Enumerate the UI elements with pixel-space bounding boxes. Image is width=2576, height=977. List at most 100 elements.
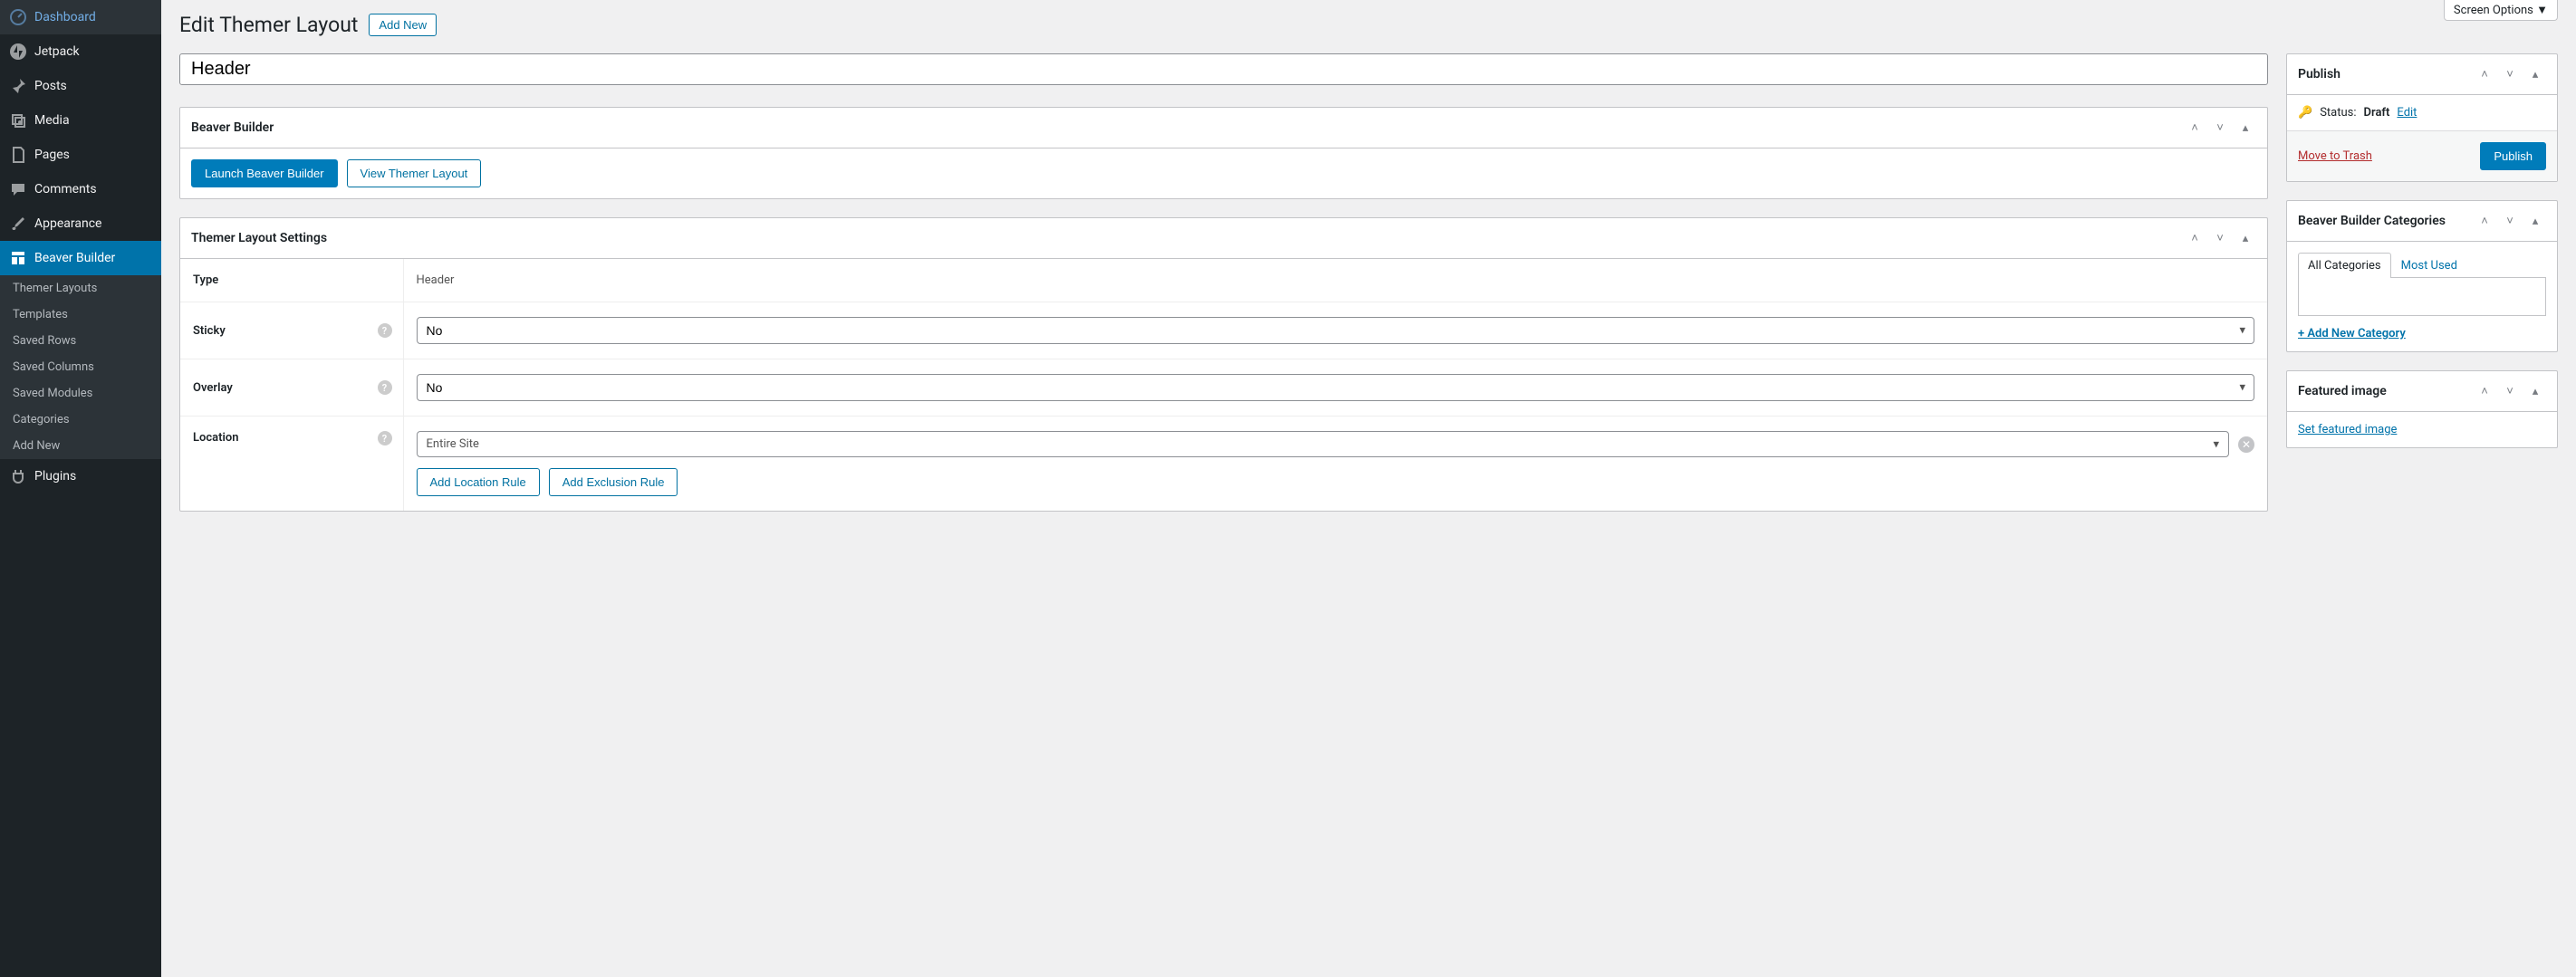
brush-icon xyxy=(9,215,27,233)
layout-title-input[interactable] xyxy=(179,53,2268,85)
help-icon[interactable]: ? xyxy=(378,431,392,445)
media-icon xyxy=(9,111,27,129)
box-title: Publish xyxy=(2298,67,2341,81)
setting-label: Type xyxy=(180,259,403,302)
submenu-beaver: Themer Layouts Templates Saved Rows Save… xyxy=(0,275,161,459)
menu-comments[interactable]: Comments xyxy=(0,172,161,206)
submenu-saved-rows[interactable]: Saved Rows xyxy=(0,328,161,354)
move-up-icon[interactable]: ˄ xyxy=(2474,63,2495,85)
overlay-select[interactable]: No xyxy=(417,374,2255,401)
move-to-trash-link[interactable]: Move to Trash xyxy=(2298,149,2372,163)
move-down-icon[interactable]: ˅ xyxy=(2209,227,2231,249)
move-up-icon[interactable]: ˄ xyxy=(2474,380,2495,402)
themer-settings-box: Themer Layout Settings ˄ ˅ ▴ Type Header xyxy=(179,217,2268,512)
box-title: Beaver Builder Categories xyxy=(2298,214,2446,228)
remove-rule-icon[interactable]: ✕ xyxy=(2238,436,2254,453)
location-value: Entire Site xyxy=(427,437,479,451)
help-icon[interactable]: ? xyxy=(378,380,392,395)
key-icon: 🔑 xyxy=(2298,106,2312,120)
menu-jetpack[interactable]: Jetpack xyxy=(0,34,161,69)
beaver-builder-box: Beaver Builder ˄ ˅ ▴ Launch Beaver Build… xyxy=(179,107,2268,199)
setting-row-location: Location ? Entire Site ✕ Add Lo xyxy=(180,417,2267,512)
add-new-button[interactable]: Add New xyxy=(369,14,437,36)
menu-dashboard[interactable]: Dashboard xyxy=(0,0,161,34)
setting-row-type: Type Header xyxy=(180,259,2267,302)
submenu-add-new[interactable]: Add New xyxy=(0,433,161,459)
box-title: Themer Layout Settings xyxy=(191,231,327,245)
menu-label: Plugins xyxy=(34,469,76,484)
sticky-select[interactable]: No xyxy=(417,317,2255,344)
plugin-icon xyxy=(9,467,27,485)
toggle-icon[interactable]: ▴ xyxy=(2524,380,2546,402)
menu-beaver-builder[interactable]: Beaver Builder xyxy=(0,241,161,275)
menu-label: Dashboard xyxy=(34,10,96,24)
edit-status-link[interactable]: Edit xyxy=(2397,106,2417,120)
menu-appearance[interactable]: Appearance xyxy=(0,206,161,241)
submenu-themer-layouts[interactable]: Themer Layouts xyxy=(0,275,161,302)
menu-plugins[interactable]: Plugins xyxy=(0,459,161,493)
publish-button[interactable]: Publish xyxy=(2480,142,2546,170)
submenu-templates[interactable]: Templates xyxy=(0,302,161,328)
page-header: Edit Themer Layout Add New xyxy=(179,13,2558,37)
page-icon xyxy=(9,146,27,164)
move-down-icon[interactable]: ˅ xyxy=(2499,63,2521,85)
move-up-icon[interactable]: ˄ xyxy=(2474,210,2495,232)
pin-icon xyxy=(9,77,27,95)
toggle-icon[interactable]: ▴ xyxy=(2524,210,2546,232)
comment-icon xyxy=(9,180,27,198)
menu-posts[interactable]: Posts xyxy=(0,69,161,103)
submenu-categories[interactable]: Categories xyxy=(0,407,161,433)
screen-options-label: Screen Options xyxy=(2454,4,2533,17)
setting-label: Location xyxy=(193,431,239,445)
help-icon[interactable]: ? xyxy=(378,323,392,338)
chevron-down-icon: ▼ xyxy=(2536,4,2548,17)
jetpack-icon xyxy=(9,43,27,61)
add-new-category-link[interactable]: + Add New Category xyxy=(2298,327,2546,340)
menu-label: Jetpack xyxy=(34,44,80,59)
category-list xyxy=(2298,278,2546,316)
box-title: Featured image xyxy=(2298,384,2387,398)
publish-box: Publish ˄ ˅ ▴ 🔑 Status: Draft Edit xyxy=(2286,53,2558,182)
launch-beaver-builder-button[interactable]: Launch Beaver Builder xyxy=(191,159,338,187)
menu-label: Beaver Builder xyxy=(34,251,115,265)
move-down-icon[interactable]: ˅ xyxy=(2499,210,2521,232)
setting-label: Overlay xyxy=(193,381,233,395)
location-select[interactable]: Entire Site xyxy=(417,431,2230,457)
menu-label: Appearance xyxy=(34,216,101,231)
submenu-saved-columns[interactable]: Saved Columns xyxy=(0,354,161,380)
toggle-icon[interactable]: ▴ xyxy=(2524,63,2546,85)
main-content: Screen Options ▼ Edit Themer Layout Add … xyxy=(161,0,2576,977)
menu-label: Media xyxy=(34,113,70,128)
screen-options-button[interactable]: Screen Options ▼ xyxy=(2444,0,2558,21)
dashboard-icon xyxy=(9,8,27,26)
move-down-icon[interactable]: ˅ xyxy=(2499,380,2521,402)
move-up-icon[interactable]: ˄ xyxy=(2184,117,2206,139)
toggle-icon[interactable]: ▴ xyxy=(2235,117,2256,139)
move-up-icon[interactable]: ˄ xyxy=(2184,227,2206,249)
page-title: Edit Themer Layout xyxy=(179,13,358,37)
status-label: Status: xyxy=(2320,106,2356,120)
add-location-rule-button[interactable]: Add Location Rule xyxy=(417,468,540,496)
view-themer-layout-button[interactable]: View Themer Layout xyxy=(347,159,482,187)
menu-media[interactable]: Media xyxy=(0,103,161,138)
add-exclusion-rule-button[interactable]: Add Exclusion Rule xyxy=(549,468,678,496)
side-column: Publish ˄ ˅ ▴ 🔑 Status: Draft Edit xyxy=(2286,53,2558,530)
menu-pages[interactable]: Pages xyxy=(0,138,161,172)
main-column: Beaver Builder ˄ ˅ ▴ Launch Beaver Build… xyxy=(179,53,2268,530)
toggle-icon[interactable]: ▴ xyxy=(2235,227,2256,249)
tab-most-used[interactable]: Most Used xyxy=(2391,253,2467,278)
status-value: Draft xyxy=(2364,106,2390,120)
setting-row-overlay: Overlay ? No xyxy=(180,359,2267,417)
tab-all-categories[interactable]: All Categories xyxy=(2298,253,2391,278)
box-title: Beaver Builder xyxy=(191,120,274,135)
menu-label: Comments xyxy=(34,182,97,196)
set-featured-image-link[interactable]: Set featured image xyxy=(2298,423,2397,436)
submenu-saved-modules[interactable]: Saved Modules xyxy=(0,380,161,407)
move-down-icon[interactable]: ˅ xyxy=(2209,117,2231,139)
setting-label: Sticky xyxy=(193,324,226,338)
admin-sidebar: Dashboard Jetpack Posts Media Pages Comm… xyxy=(0,0,161,977)
featured-image-box: Featured image ˄ ˅ ▴ Set featured image xyxy=(2286,370,2558,448)
categories-box: Beaver Builder Categories ˄ ˅ ▴ All Cate… xyxy=(2286,200,2558,352)
builder-icon xyxy=(9,249,27,267)
menu-label: Pages xyxy=(34,148,70,162)
